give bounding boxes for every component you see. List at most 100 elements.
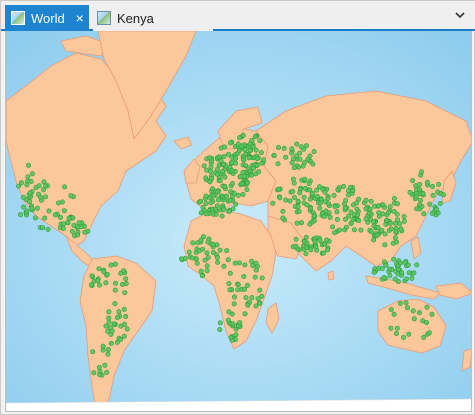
city-point[interactable] bbox=[16, 183, 22, 189]
city-point[interactable] bbox=[203, 193, 209, 199]
city-point[interactable] bbox=[335, 187, 341, 193]
city-point[interactable] bbox=[406, 270, 412, 276]
city-point[interactable] bbox=[112, 261, 118, 267]
city-point[interactable] bbox=[416, 182, 422, 188]
city-point[interactable] bbox=[343, 224, 349, 230]
city-point[interactable] bbox=[104, 369, 110, 375]
city-point[interactable] bbox=[62, 184, 68, 190]
chevron-down-icon[interactable] bbox=[454, 9, 466, 21]
city-point[interactable] bbox=[276, 186, 282, 192]
city-point[interactable] bbox=[387, 204, 393, 210]
city-point[interactable] bbox=[302, 185, 308, 191]
city-point[interactable] bbox=[245, 180, 251, 186]
city-point[interactable] bbox=[232, 260, 238, 266]
city-point[interactable] bbox=[36, 183, 42, 189]
city-point[interactable] bbox=[121, 268, 127, 274]
city-point[interactable] bbox=[371, 269, 377, 275]
city-point[interactable] bbox=[391, 209, 397, 215]
city-point[interactable] bbox=[376, 210, 382, 216]
city-point[interactable] bbox=[232, 155, 238, 161]
city-point[interactable] bbox=[103, 323, 109, 329]
city-point[interactable] bbox=[213, 206, 219, 212]
city-point[interactable] bbox=[52, 212, 58, 218]
city-point[interactable] bbox=[297, 156, 303, 162]
city-point[interactable] bbox=[310, 161, 316, 167]
city-point[interactable] bbox=[89, 282, 95, 288]
city-point[interactable] bbox=[270, 200, 276, 206]
city-point[interactable] bbox=[41, 179, 47, 185]
city-point[interactable] bbox=[348, 209, 354, 215]
city-point[interactable] bbox=[236, 147, 242, 153]
city-point[interactable] bbox=[371, 219, 377, 225]
city-point[interactable] bbox=[233, 160, 239, 166]
city-point[interactable] bbox=[242, 262, 248, 268]
city-point[interactable] bbox=[242, 286, 248, 292]
city-point[interactable] bbox=[245, 302, 251, 308]
city-point[interactable] bbox=[326, 210, 332, 216]
city-point[interactable] bbox=[427, 201, 433, 207]
city-point[interactable] bbox=[296, 209, 302, 215]
city-point[interactable] bbox=[106, 315, 112, 321]
city-point[interactable] bbox=[303, 245, 309, 251]
city-point[interactable] bbox=[42, 215, 48, 221]
city-point[interactable] bbox=[403, 276, 409, 282]
city-point[interactable] bbox=[203, 211, 209, 217]
city-point[interactable] bbox=[240, 132, 246, 138]
city-point[interactable] bbox=[59, 199, 65, 205]
city-point[interactable] bbox=[437, 201, 443, 207]
city-point[interactable] bbox=[316, 184, 322, 190]
city-point[interactable] bbox=[324, 247, 330, 253]
city-point[interactable] bbox=[250, 144, 256, 150]
city-point[interactable] bbox=[123, 313, 129, 319]
city-point[interactable] bbox=[179, 256, 185, 262]
city-point[interactable] bbox=[124, 326, 130, 332]
city-point[interactable] bbox=[122, 290, 128, 296]
city-point[interactable] bbox=[374, 232, 380, 238]
city-point[interactable] bbox=[296, 164, 302, 170]
city-point[interactable] bbox=[245, 165, 251, 171]
city-point[interactable] bbox=[40, 187, 46, 193]
city-point[interactable] bbox=[249, 137, 255, 143]
city-point[interactable] bbox=[283, 197, 289, 203]
city-point[interactable] bbox=[334, 217, 340, 223]
city-point[interactable] bbox=[331, 192, 337, 198]
city-point[interactable] bbox=[291, 165, 297, 171]
city-point[interactable] bbox=[275, 145, 281, 151]
city-point[interactable] bbox=[407, 189, 413, 195]
city-point[interactable] bbox=[198, 237, 204, 243]
city-point[interactable] bbox=[435, 189, 441, 195]
city-point[interactable] bbox=[214, 255, 220, 261]
city-point[interactable] bbox=[108, 262, 114, 268]
city-point[interactable] bbox=[203, 175, 209, 181]
city-point[interactable] bbox=[277, 195, 283, 201]
city-point[interactable] bbox=[324, 237, 330, 243]
city-point[interactable] bbox=[240, 192, 246, 198]
city-point[interactable] bbox=[295, 204, 301, 210]
city-point[interactable] bbox=[341, 201, 347, 207]
city-point[interactable] bbox=[317, 200, 323, 206]
city-point[interactable] bbox=[395, 266, 401, 272]
city-point[interactable] bbox=[201, 163, 207, 169]
city-point[interactable] bbox=[289, 150, 295, 156]
city-point[interactable] bbox=[113, 280, 119, 286]
city-point[interactable] bbox=[65, 219, 71, 225]
city-point[interactable] bbox=[317, 238, 323, 244]
city-point[interactable] bbox=[410, 178, 416, 184]
city-point[interactable] bbox=[114, 315, 120, 321]
city-point[interactable] bbox=[25, 174, 31, 180]
city-point[interactable] bbox=[366, 210, 372, 216]
city-point[interactable] bbox=[411, 270, 417, 276]
city-point[interactable] bbox=[419, 204, 425, 210]
city-point[interactable] bbox=[420, 318, 426, 324]
tab-world[interactable]: World × bbox=[5, 5, 89, 31]
city-point[interactable] bbox=[298, 220, 304, 226]
city-point[interactable] bbox=[243, 151, 249, 157]
city-point[interactable] bbox=[411, 316, 417, 322]
city-point[interactable] bbox=[96, 266, 102, 272]
city-point[interactable] bbox=[401, 218, 407, 224]
city-point[interactable] bbox=[303, 251, 309, 257]
city-point[interactable] bbox=[253, 267, 259, 273]
city-point[interactable] bbox=[301, 194, 307, 200]
city-point[interactable] bbox=[228, 334, 234, 340]
city-point[interactable] bbox=[229, 168, 235, 174]
